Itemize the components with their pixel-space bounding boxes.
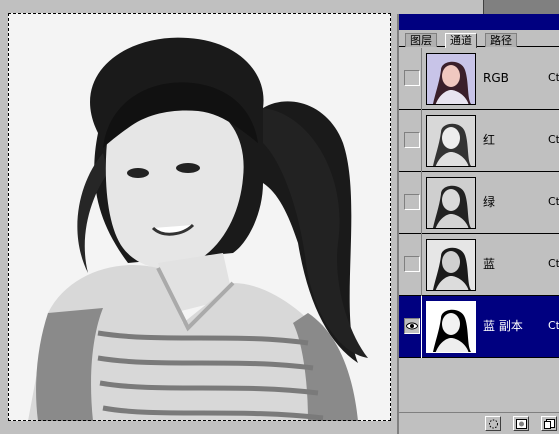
channel-thumbnail bbox=[426, 53, 476, 105]
channel-name: 蓝 bbox=[483, 257, 496, 271]
channel-shortcut: Ct bbox=[548, 195, 559, 208]
new-channel-button[interactable] bbox=[541, 416, 557, 431]
channel-row-blue-copy[interactable]: 蓝 副本 Ct bbox=[399, 296, 559, 358]
channel-row-red[interactable]: 红 Ct bbox=[399, 110, 559, 172]
save-selection-icon bbox=[516, 419, 527, 429]
document-image[interactable] bbox=[8, 13, 391, 421]
visibility-toggle[interactable] bbox=[404, 318, 420, 334]
portrait-image bbox=[8, 13, 391, 421]
visibility-toggle[interactable] bbox=[404, 194, 420, 210]
channel-thumbnail bbox=[426, 177, 476, 229]
channel-row-rgb[interactable]: RGB Ct bbox=[399, 48, 559, 110]
load-selection-button[interactable] bbox=[485, 416, 501, 431]
tab-layers[interactable]: 图层 bbox=[405, 33, 437, 47]
channel-name: RGB bbox=[483, 71, 509, 85]
channel-row-blue[interactable]: 蓝 Ct bbox=[399, 234, 559, 296]
channel-thumbnail bbox=[426, 239, 476, 291]
palette-bottom-bar bbox=[399, 412, 559, 434]
palette-tabs: 图层 通道 路径 bbox=[399, 30, 559, 48]
visibility-toggle[interactable] bbox=[404, 256, 420, 272]
channel-thumbnail bbox=[426, 115, 476, 167]
visibility-toggle[interactable] bbox=[404, 132, 420, 148]
top-strip bbox=[397, 0, 559, 14]
load-selection-icon bbox=[489, 419, 498, 429]
visibility-toggle[interactable] bbox=[404, 70, 420, 86]
channel-shortcut: Ct bbox=[548, 257, 559, 270]
channel-name: 红 bbox=[483, 133, 496, 147]
canvas-area[interactable] bbox=[0, 0, 395, 434]
channel-shortcut: Ct bbox=[548, 133, 559, 146]
tab-channels[interactable]: 通道 bbox=[445, 33, 477, 48]
eye-icon bbox=[406, 322, 418, 330]
tab-paths[interactable]: 路径 bbox=[485, 33, 517, 47]
palette-titlebar[interactable] bbox=[399, 14, 559, 30]
channel-shortcut: Ct bbox=[548, 71, 559, 84]
channel-shortcut: Ct bbox=[548, 319, 559, 332]
channel-thumbnail bbox=[426, 301, 476, 353]
channel-row-green[interactable]: 绿 Ct bbox=[399, 172, 559, 234]
channel-name: 绿 bbox=[483, 195, 496, 209]
channel-name: 蓝 副本 bbox=[483, 319, 523, 333]
save-selection-button[interactable] bbox=[513, 416, 529, 431]
channels-palette: 图层 通道 路径 RGB Ct 红 Ct 绿 Ct 蓝 Ct 蓝 副本 Ct bbox=[397, 14, 559, 434]
new-channel-icon bbox=[544, 419, 555, 429]
